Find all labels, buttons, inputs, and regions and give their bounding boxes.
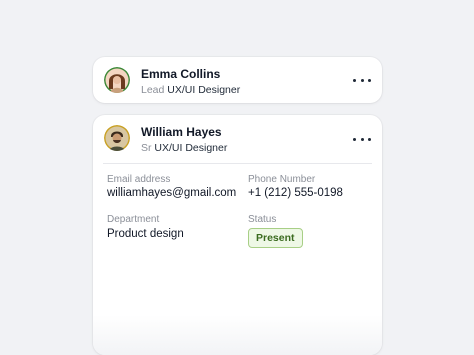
email-label: Email address bbox=[107, 174, 171, 185]
employee-name: William Hayes bbox=[141, 125, 222, 139]
email-value[interactable]: williamhayes@gmail.com bbox=[107, 187, 236, 199]
avatar-emma bbox=[104, 67, 130, 93]
divider bbox=[103, 163, 372, 164]
status-badge: Present bbox=[248, 228, 303, 248]
employee-title: UX/UI Designer bbox=[154, 142, 228, 154]
employee-name: Emma Collins bbox=[141, 67, 221, 81]
employee-card-william[interactable]: William Hayes Sr UX/UI Designer Email ad… bbox=[93, 115, 382, 355]
status-label: Status bbox=[248, 214, 277, 225]
department-label: Department bbox=[107, 214, 160, 225]
phone-value[interactable]: +1 (212) 555-0198 bbox=[248, 187, 343, 199]
employee-level: Lead bbox=[141, 84, 165, 96]
avatar-william bbox=[104, 125, 130, 151]
more-options-button[interactable] bbox=[353, 75, 371, 85]
employee-role: Lead UX/UI Designer bbox=[141, 84, 240, 96]
more-options-button[interactable] bbox=[353, 134, 371, 144]
employee-card-emma[interactable]: Emma Collins Lead UX/UI Designer bbox=[93, 57, 382, 103]
employee-title: UX/UI Designer bbox=[167, 84, 241, 96]
more-horizontal-icon bbox=[353, 137, 356, 141]
employee-role: Sr UX/UI Designer bbox=[141, 142, 227, 154]
bottom-fade bbox=[93, 315, 382, 355]
employee-level: Sr bbox=[141, 142, 152, 154]
more-horizontal-icon bbox=[353, 78, 356, 82]
phone-label: Phone Number bbox=[248, 174, 316, 185]
department-value: Product design bbox=[107, 228, 184, 240]
